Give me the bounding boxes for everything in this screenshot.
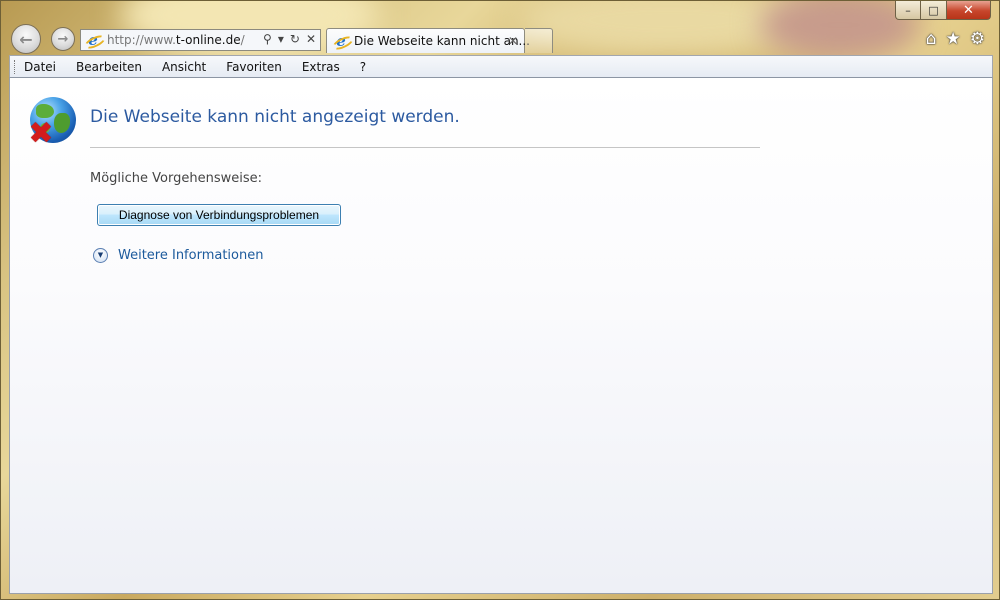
minimize-button[interactable]: –	[895, 1, 921, 20]
more-info-link[interactable]: ▼ Weitere Informationen	[93, 248, 263, 263]
url-suffix: /	[240, 33, 245, 47]
menu-bar: Datei Bearbeiten Ansicht Favoriten Extra…	[9, 55, 993, 78]
tab-active[interactable]: e Die Webseite kann nicht an... ✕	[326, 28, 530, 53]
stop-icon[interactable]: ✕	[306, 32, 316, 46]
menu-item-help[interactable]: ?	[358, 60, 368, 74]
browser-window: – □ ✕ ← → e http://www.t-online.de/ ⚲ ▾ …	[0, 0, 1000, 600]
tab-label: Die Webseite kann nicht an...	[354, 34, 530, 48]
menu-item-bearbeiten[interactable]: Bearbeiten	[74, 60, 144, 74]
command-icons: ⌂ ★ ⚙	[926, 29, 985, 49]
menu-item-extras[interactable]: Extras	[300, 60, 342, 74]
back-button[interactable]: ←	[11, 24, 41, 54]
divider	[90, 147, 760, 148]
favorites-star-icon[interactable]: ★	[946, 29, 961, 49]
menu-item-ansicht[interactable]: Ansicht	[160, 60, 208, 74]
menu-item-favoriten[interactable]: Favoriten	[224, 60, 284, 74]
address-bar[interactable]: e http://www.t-online.de/ ⚲ ▾ ↻ ✕	[80, 29, 321, 51]
url-prefix: http://www.	[107, 33, 176, 47]
expand-chevron-icon: ▼	[93, 248, 108, 263]
search-icon[interactable]: ⚲	[263, 32, 272, 46]
ie-icon: e	[333, 33, 349, 49]
menu-item-datei[interactable]: Datei	[22, 60, 58, 74]
subtitle: Mögliche Vorgehensweise:	[90, 171, 263, 186]
forward-button[interactable]: →	[51, 27, 75, 51]
ie-icon: e	[85, 32, 101, 48]
home-icon[interactable]: ⌂	[926, 29, 937, 49]
url-domain: t-online.de	[175, 33, 241, 47]
tab-close-icon[interactable]: ✕	[508, 34, 518, 48]
error-x-icon: ✖	[28, 116, 54, 151]
url-text[interactable]: http://www.t-online.de/	[107, 33, 245, 47]
page-title: Die Webseite kann nicht angezeigt werden…	[90, 107, 460, 127]
maximize-button[interactable]: □	[921, 1, 947, 20]
close-button[interactable]: ✕	[947, 1, 991, 20]
forward-arrow-icon: →	[57, 31, 69, 47]
globe-land	[54, 113, 70, 133]
address-tools: ⚲ ▾ ↻ ✕	[263, 32, 316, 46]
new-tab-button[interactable]	[525, 28, 553, 53]
page-content: ✖ Die Webseite kann nicht angezeigt werd…	[9, 78, 993, 594]
refresh-icon[interactable]: ↻	[290, 32, 300, 46]
more-info-label[interactable]: Weitere Informationen	[118, 248, 263, 263]
tools-gear-icon[interactable]: ⚙	[970, 29, 985, 49]
back-arrow-icon: ←	[19, 29, 33, 49]
diagnose-button[interactable]: Diagnose von Verbindungsproblemen	[97, 204, 341, 226]
window-controls: – □ ✕	[895, 1, 991, 20]
dropdown-icon[interactable]: ▾	[278, 32, 284, 46]
